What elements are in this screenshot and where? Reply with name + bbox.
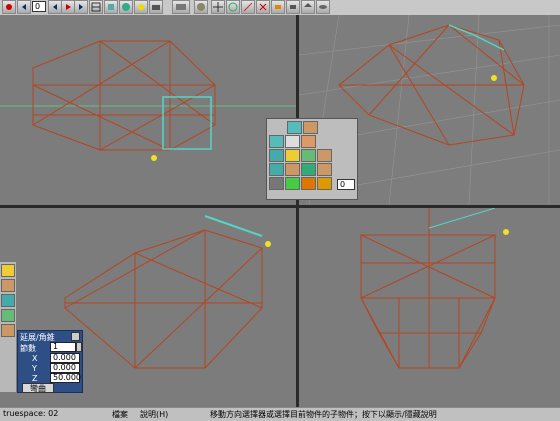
menu-file[interactable]: 檔案 <box>112 409 128 420</box>
unlink-icon[interactable] <box>286 0 300 14</box>
record-icon[interactable] <box>2 0 16 14</box>
palette-scale-icon[interactable] <box>269 163 284 176</box>
palette-cylinder-icon[interactable] <box>269 135 284 148</box>
object-name: truespace: 02 <box>3 409 59 418</box>
palette-cube-icon[interactable] <box>287 121 302 134</box>
segments-label: 節數 <box>20 344 36 353</box>
bend-button[interactable]: 彎曲 <box>22 383 54 393</box>
side-axis-icon[interactable] <box>1 324 15 337</box>
palette-paint-icon[interactable] <box>285 163 300 176</box>
prev-frame-icon[interactable] <box>48 0 62 14</box>
palette-frame-input[interactable]: 0 <box>337 179 355 190</box>
palette-path-icon[interactable] <box>301 177 316 190</box>
status-bar: truespace: 02 檔案 說明(H) 移動方向選擇器或選擇目前物件的子物… <box>0 407 560 421</box>
tool-palette: 0 <box>266 118 358 200</box>
delete-icon[interactable] <box>256 0 270 14</box>
frame-input[interactable]: 0 <box>32 1 46 12</box>
segments-field[interactable]: 1 <box>50 342 76 352</box>
x-field[interactable]: 0.000 <box>50 353 80 363</box>
palette-sphere-icon[interactable] <box>303 121 318 134</box>
palette-cone-icon[interactable] <box>285 135 300 148</box>
cube-icon[interactable] <box>104 0 118 14</box>
rotate-icon[interactable] <box>226 0 240 14</box>
menu-help[interactable]: 說明(H) <box>140 409 168 420</box>
home-icon[interactable] <box>301 0 315 14</box>
x-label: X <box>32 354 38 363</box>
last-frame-icon[interactable] <box>74 0 88 14</box>
camera-icon[interactable] <box>149 0 163 14</box>
render-icon[interactable] <box>172 0 190 14</box>
palette-sweep-icon[interactable] <box>317 163 332 176</box>
top-wireframe <box>360 208 509 369</box>
link-icon[interactable] <box>271 0 285 14</box>
sphere-icon[interactable] <box>119 0 133 14</box>
status-hint: 移動方向選擇器或選擇目前物件的子物件；按下以顯示/隱藏說明 <box>210 410 437 419</box>
first-frame-icon[interactable] <box>17 0 31 14</box>
top-toolbar: 0 <box>0 0 560 15</box>
palette-torus-icon[interactable] <box>301 135 316 148</box>
palette-plane-icon[interactable] <box>269 149 284 162</box>
palette-animate-icon[interactable] <box>285 177 300 190</box>
palette-move-icon[interactable] <box>301 149 316 162</box>
palette-rotate-icon[interactable] <box>317 149 332 162</box>
side-light-icon[interactable] <box>1 264 15 277</box>
grid-icon[interactable] <box>89 0 103 14</box>
move-icon[interactable] <box>211 0 225 14</box>
front-wireframe <box>0 40 296 161</box>
left-tool-column <box>0 262 16 392</box>
viewport-front[interactable] <box>0 15 296 205</box>
side-paint-icon[interactable] <box>1 309 15 322</box>
scale-icon[interactable] <box>241 0 255 14</box>
side-deform-icon[interactable] <box>1 279 15 292</box>
eye-icon[interactable] <box>316 0 330 14</box>
y-field[interactable]: 0.000 <box>50 363 80 373</box>
palette-lathe-icon[interactable] <box>269 177 284 190</box>
play-icon[interactable] <box>61 0 75 14</box>
light-icon[interactable] <box>134 0 148 14</box>
z-field[interactable]: 50.000 <box>50 373 81 383</box>
palette-key-icon[interactable] <box>317 177 332 190</box>
panel-close-icon[interactable] <box>71 332 80 341</box>
viewport-top[interactable] <box>299 208 560 407</box>
segments-stepper-icon[interactable] <box>76 342 82 352</box>
properties-panel: 延展/角錐 節數 1 X 0.000 Y 0.000 Z 50.000 彎曲 <box>17 330 83 393</box>
palette-light-icon[interactable] <box>285 149 300 162</box>
palette-deform-icon[interactable] <box>301 163 316 176</box>
material-icon[interactable] <box>194 0 208 14</box>
side-sweep-icon[interactable] <box>1 294 15 307</box>
y-label: Y <box>32 364 37 373</box>
